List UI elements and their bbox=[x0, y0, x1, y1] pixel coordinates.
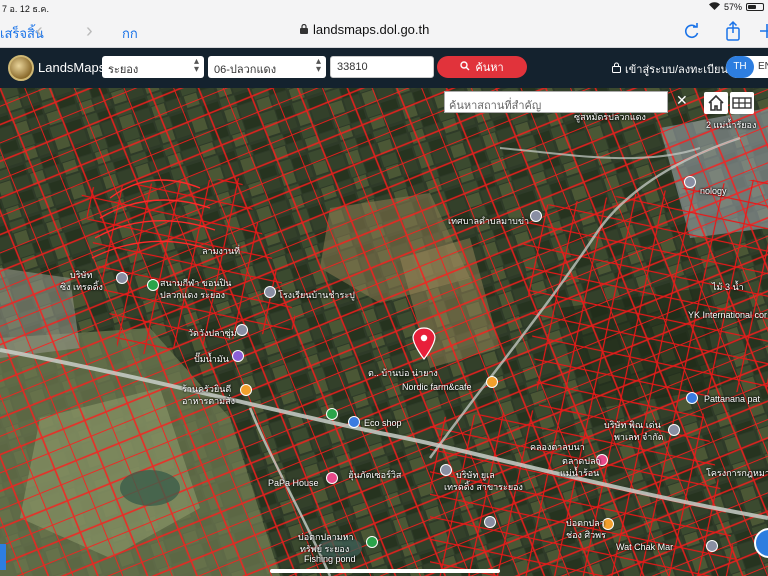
poi-pin[interactable] bbox=[684, 176, 696, 188]
url-text: landsmaps.dol.go.th bbox=[313, 22, 430, 37]
language-en-button[interactable]: EN bbox=[758, 61, 768, 72]
poi-pin[interactable] bbox=[348, 416, 360, 428]
map-label: บ่อตกปลา bbox=[566, 518, 605, 528]
map-label: Pattanana pat bbox=[704, 394, 761, 404]
language-th-button[interactable]: TH bbox=[726, 56, 754, 78]
map-label: ปั๊มน้ำมัน bbox=[194, 354, 229, 364]
login-link[interactable]: เข้าสู่ระบบ/ลงทะเบียน bbox=[612, 60, 728, 78]
forward-icon[interactable]: › bbox=[86, 20, 93, 43]
map-label: ซิง เทรดดิ้ง bbox=[60, 282, 103, 292]
poi-pin[interactable] bbox=[366, 536, 378, 548]
search-button[interactable]: ค้นหา bbox=[437, 56, 527, 78]
home-button[interactable] bbox=[704, 92, 728, 114]
map-label: คลองตาลบนา bbox=[530, 442, 585, 452]
map-label: ไม้ 3 น้ำ bbox=[712, 282, 744, 292]
map-label: PaPa House bbox=[268, 478, 319, 488]
browser-toolbar: เสร็จสิ้น ‹ › กก landsmaps.dol.go.th bbox=[0, 14, 768, 48]
poi-pin[interactable] bbox=[486, 376, 498, 388]
new-tab-icon[interactable] bbox=[756, 19, 768, 43]
brand-name: LandsMaps bbox=[38, 60, 106, 75]
poi-pin[interactable] bbox=[706, 540, 718, 552]
map-label: พาเลท จำกัด bbox=[614, 432, 664, 442]
share-icon[interactable] bbox=[721, 19, 745, 43]
place-search-input[interactable]: ค้นหาสถานที่สำคัญ bbox=[444, 91, 668, 113]
battery-icon bbox=[746, 3, 764, 11]
poi-pin[interactable] bbox=[326, 472, 338, 484]
poi-pin[interactable] bbox=[440, 464, 452, 476]
poi-pin[interactable] bbox=[147, 279, 159, 291]
poi-pin[interactable] bbox=[326, 408, 338, 420]
district-value: 06-ปลวกแดง bbox=[214, 64, 277, 76]
postcode-value: 33810 bbox=[337, 61, 368, 73]
lock-icon bbox=[300, 22, 308, 37]
landsmaps-logo bbox=[8, 55, 34, 81]
poi-pin[interactable] bbox=[240, 384, 252, 396]
search-icon bbox=[460, 60, 470, 74]
app-header: LandsMaps ระยอง ▴ ▾ 06-ปลวกแดง ▴ ▾ 33810 ค… bbox=[0, 48, 768, 88]
map-label: ช่อง ศิวพร bbox=[566, 530, 606, 540]
map-label: nology bbox=[700, 186, 727, 196]
map-label: Wat Chak Mar bbox=[616, 542, 674, 552]
poi-pin[interactable] bbox=[686, 392, 698, 404]
status-bar: 7 อ. 12 ธ.ค. 57% bbox=[0, 0, 768, 14]
postcode-input[interactable]: 33810 bbox=[330, 56, 434, 78]
poi-pin[interactable] bbox=[232, 350, 244, 362]
map-label: ปลวกแดง ระยอง bbox=[160, 290, 226, 300]
map-label: วัดวังปลาซุ่ม bbox=[188, 328, 237, 338]
poi-pin[interactable] bbox=[530, 210, 542, 222]
side-panel-tab[interactable] bbox=[0, 544, 6, 570]
grid-icon bbox=[730, 97, 754, 118]
lock-icon bbox=[612, 62, 621, 76]
map-label: เทศบาลตำบลมาบข่า bbox=[448, 216, 530, 226]
ios-home-indicator bbox=[270, 569, 500, 573]
map-label: แม่น้ำร้อน bbox=[560, 468, 600, 478]
battery-percent: 57% bbox=[723, 2, 742, 12]
map-label: โครงการกฎหมาย bbox=[706, 468, 768, 478]
map-label: ฮุ้นภัตเซอร์วิส bbox=[348, 470, 402, 480]
poi-pin[interactable] bbox=[668, 424, 680, 436]
map-label: YK International cor bbox=[688, 310, 768, 320]
poi-pin[interactable] bbox=[264, 286, 276, 298]
home-icon bbox=[704, 94, 728, 118]
map-label: Fishing pond bbox=[304, 554, 356, 564]
province-select[interactable]: ระยอง ▴ ▾ bbox=[102, 56, 204, 78]
login-label: เข้าสู่ระบบ/ลงทะเบียน bbox=[625, 64, 728, 76]
text-size-button[interactable]: กก bbox=[122, 23, 138, 44]
layers-button[interactable] bbox=[730, 92, 754, 114]
address-bar[interactable]: landsmaps.dol.go.th bbox=[300, 22, 429, 37]
select-arrows-icon: ▴ ▾ bbox=[315, 56, 321, 75]
search-button-label: ค้นหา bbox=[475, 62, 504, 74]
map-label: Eco shop bbox=[364, 418, 402, 428]
close-icon[interactable]: ✕ bbox=[676, 92, 688, 109]
poi-pin[interactable] bbox=[116, 272, 128, 284]
map-label: ต.. บ้านบ่อ น่ายาง bbox=[368, 368, 438, 378]
reload-icon[interactable] bbox=[680, 19, 704, 43]
province-value: ระยอง bbox=[108, 64, 139, 76]
satellite-map bbox=[0, 88, 768, 576]
map-label: โรงเรียนบ้านชำระปู bbox=[278, 290, 355, 300]
screen: 7 อ. 12 ธ.ค. 57% เสร็จสิ้น ‹ › กก landsm… bbox=[0, 0, 768, 576]
map-label: Nordic farm&cafe bbox=[402, 382, 472, 392]
back-icon[interactable]: ‹ bbox=[36, 20, 43, 43]
map-label: อาหารตามสั่ง bbox=[182, 396, 235, 406]
language-toggle[interactable]: TH EN bbox=[726, 56, 768, 78]
poi-pin[interactable] bbox=[236, 324, 248, 336]
map-canvas[interactable]: ซูสหมัดรปลวกแดง 2 แม่น้ำรัยอง เทศบาลตำบล… bbox=[0, 88, 768, 576]
wifi-icon bbox=[708, 2, 720, 12]
map-label: 2 แม่น้ำรัยอง bbox=[706, 120, 757, 130]
map-label: ลามงานที่ bbox=[202, 246, 241, 256]
district-select[interactable]: 06-ปลวกแดง ▴ ▾ bbox=[208, 56, 326, 78]
map-label: เทรดดิ้ง สาขาระยอง bbox=[444, 482, 523, 492]
select-arrows-icon: ▴ ▾ bbox=[193, 56, 199, 75]
poi-pin[interactable] bbox=[484, 516, 496, 528]
